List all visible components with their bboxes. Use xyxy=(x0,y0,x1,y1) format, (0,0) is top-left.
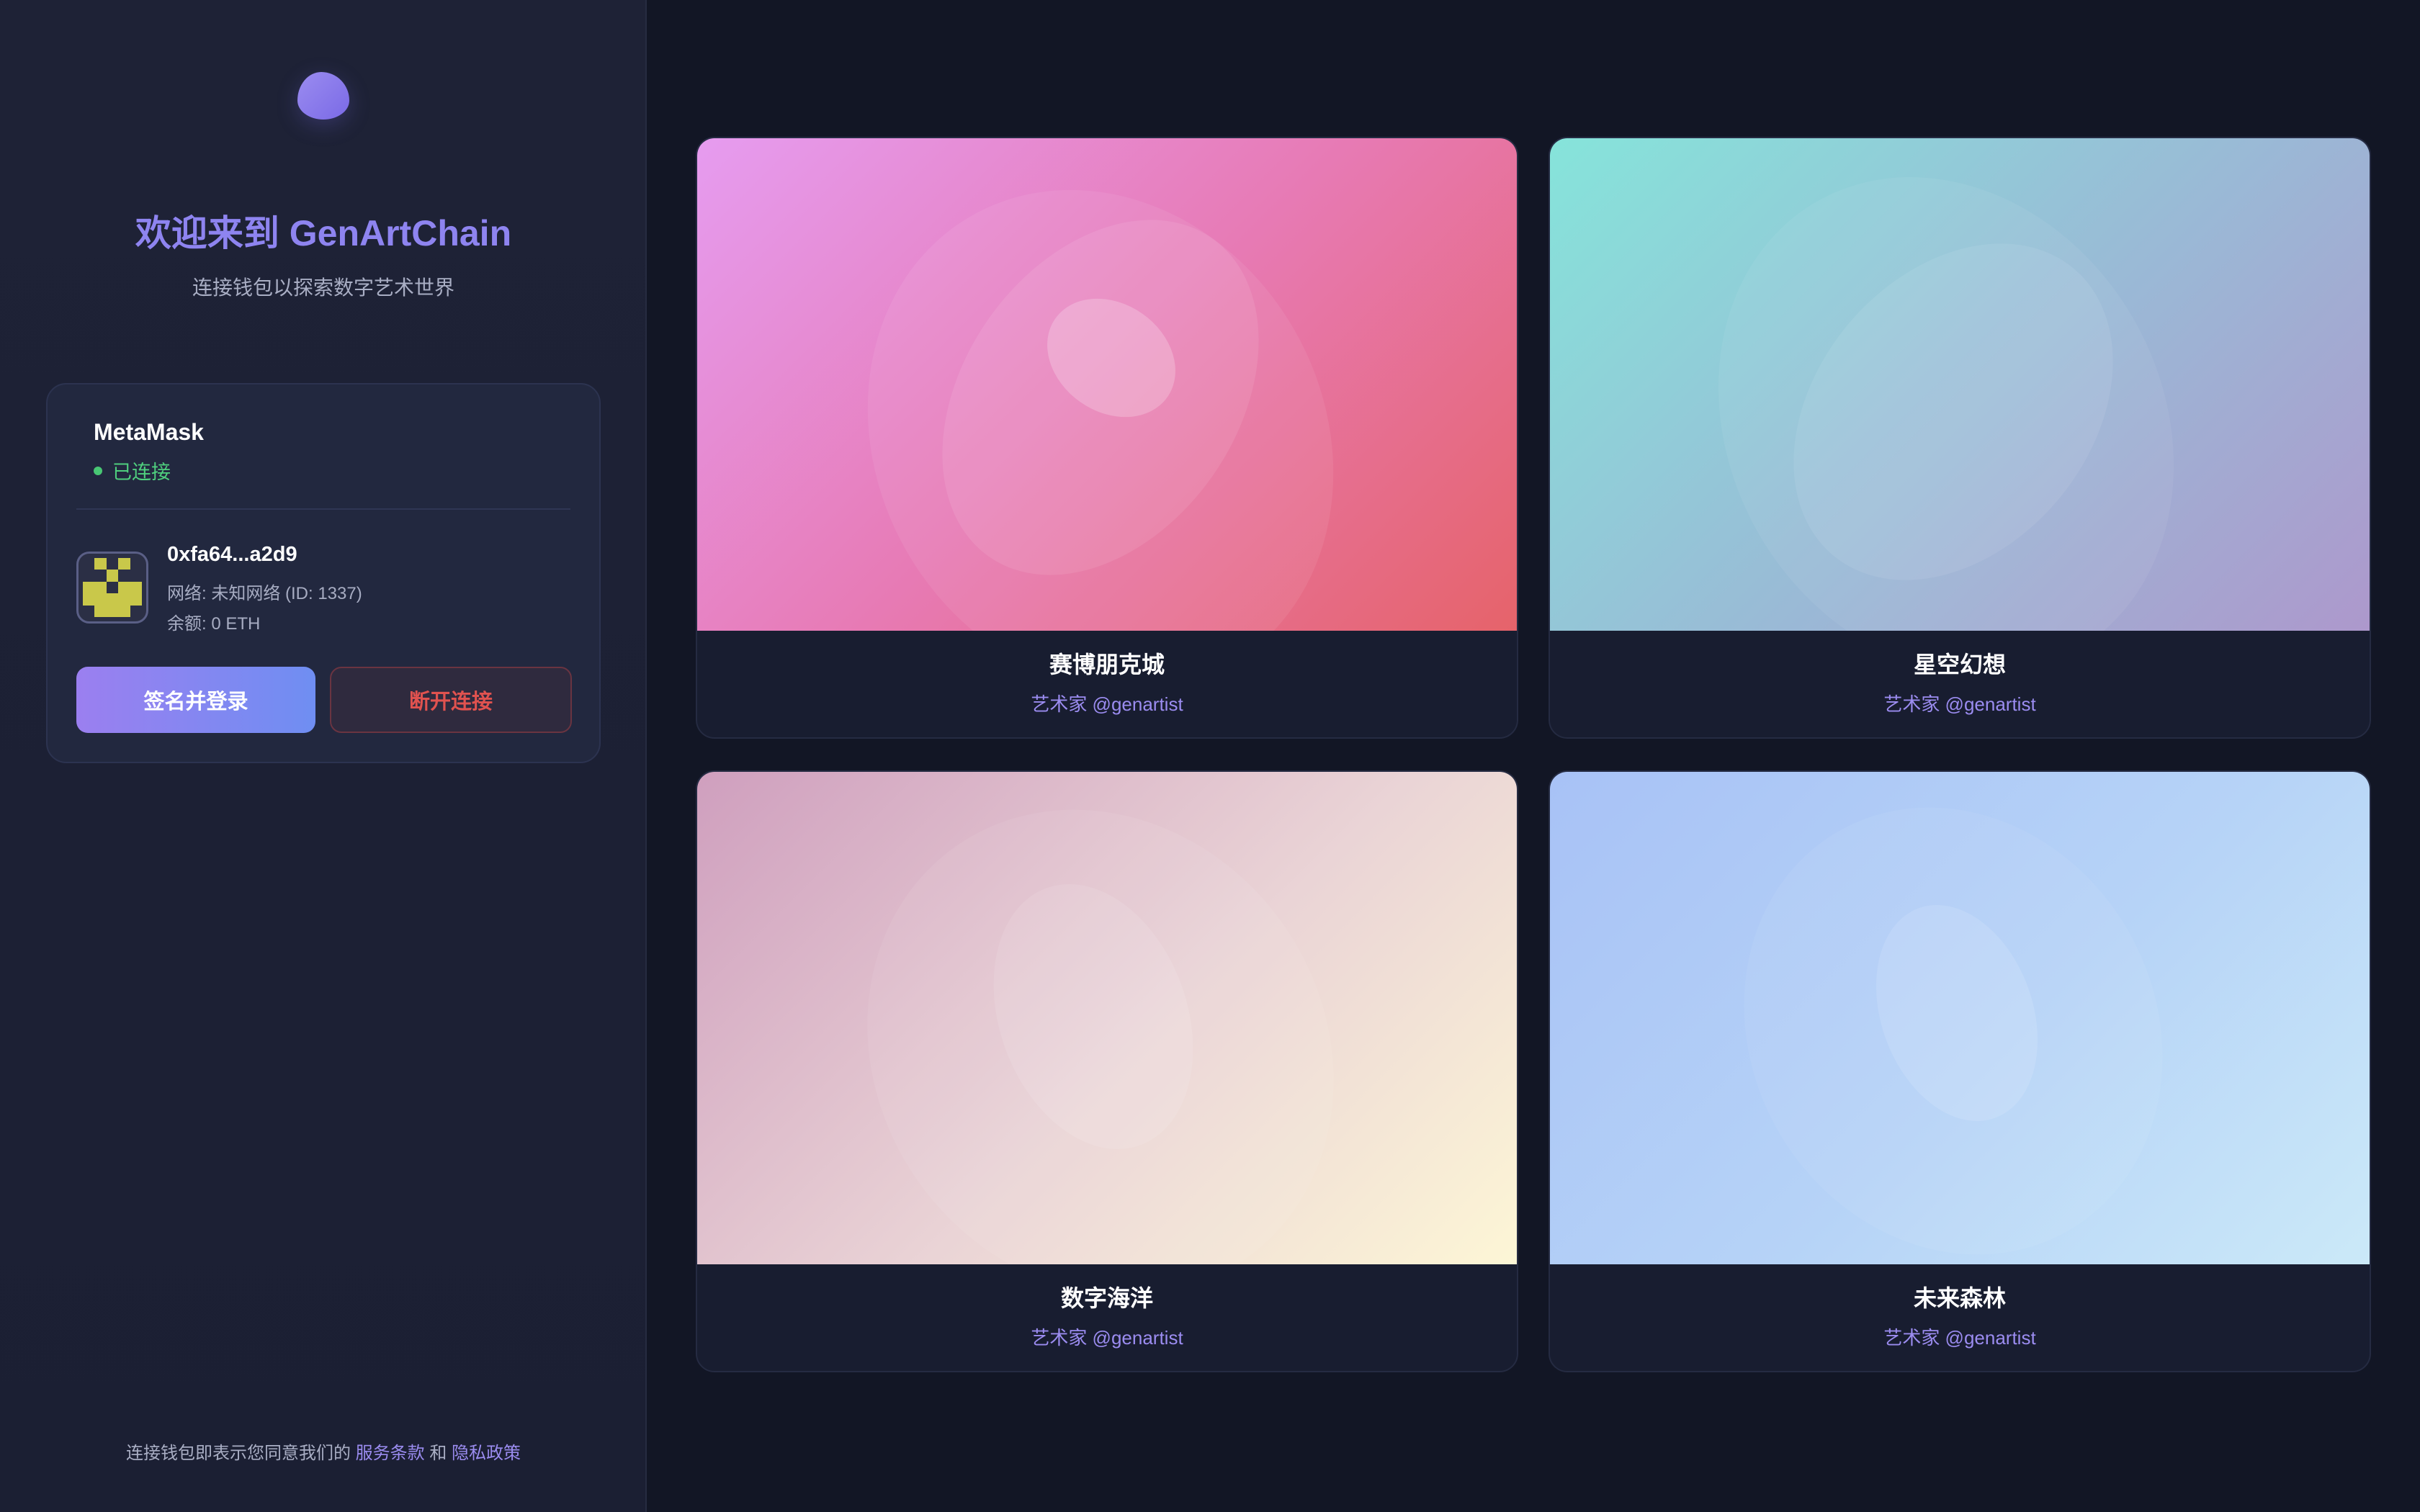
artwork-title: 星空幻想 xyxy=(1913,652,2006,678)
artwork-artist: 艺术家 @genartist xyxy=(1883,693,2036,715)
welcome-title: 欢迎来到 GenArtChain xyxy=(135,213,512,253)
terms-prefix: 连接钱包即表示您同意我们的 xyxy=(125,1444,351,1463)
wallet-address: 0xfa64...a2d9 xyxy=(167,543,297,566)
artwork-artist: 艺术家 @genartist xyxy=(1883,1327,2036,1349)
wallet-name: MetaMask xyxy=(94,419,204,445)
status-dot-icon xyxy=(94,466,102,475)
network-info: 网络: 未知网络 (ID: 1337) xyxy=(167,584,362,603)
terms-and: 和 xyxy=(429,1444,447,1463)
artwork-artist: 艺术家 @genartist xyxy=(1031,1327,1183,1349)
avatar-identicon xyxy=(76,552,148,624)
terms-of-service-link[interactable]: 服务条款 xyxy=(356,1444,425,1463)
artwork-artist: 艺术家 @genartist xyxy=(1031,693,1183,715)
welcome-subtitle: 连接钱包以探索数字艺术世界 xyxy=(192,276,454,299)
wallet-card: MetaMask 已连接 0xfa64...a2d9 网络: 未知网络 (ID:… xyxy=(46,383,601,763)
logo-icon xyxy=(297,72,349,120)
art-card[interactable]: 赛博朋克城 艺术家 @genartist xyxy=(696,137,1518,739)
art-card[interactable]: 星空幻想 艺术家 @genartist xyxy=(1549,137,2371,739)
balance-info: 余额: 0 ETH xyxy=(167,614,261,634)
artwork-title: 数字海洋 xyxy=(1060,1285,1153,1311)
artwork-image xyxy=(697,772,1517,1264)
connection-status: 已连接 xyxy=(94,456,171,485)
status-text: 已连接 xyxy=(112,462,171,483)
privacy-policy-link[interactable]: 隐私政策 xyxy=(452,1444,521,1463)
art-gallery: 赛博朋克城 艺术家 @genartist 星空幻想 艺术家 @genartist… xyxy=(647,0,2420,1512)
artwork-title: 赛博朋克城 xyxy=(1049,652,1165,678)
art-card[interactable]: 数字海洋 艺术家 @genartist xyxy=(696,770,1518,1372)
artwork-image xyxy=(1550,138,2370,631)
artwork-image xyxy=(1550,772,2370,1264)
disconnect-button[interactable]: 断开连接 xyxy=(330,667,572,733)
sign-in-button[interactable]: 签名并登录 xyxy=(76,667,315,733)
art-card[interactable]: 未来森林 艺术家 @genartist xyxy=(1549,770,2371,1372)
artwork-image xyxy=(697,138,1517,631)
divider xyxy=(76,508,570,510)
wallet-sidebar: 欢迎来到 GenArtChain 连接钱包以探索数字艺术世界 MetaMask … xyxy=(0,0,647,1512)
terms-notice: 连接钱包即表示您同意我们的 服务条款 和 隐私政策 xyxy=(0,1439,647,1464)
artwork-title: 未来森林 xyxy=(1913,1285,2006,1311)
